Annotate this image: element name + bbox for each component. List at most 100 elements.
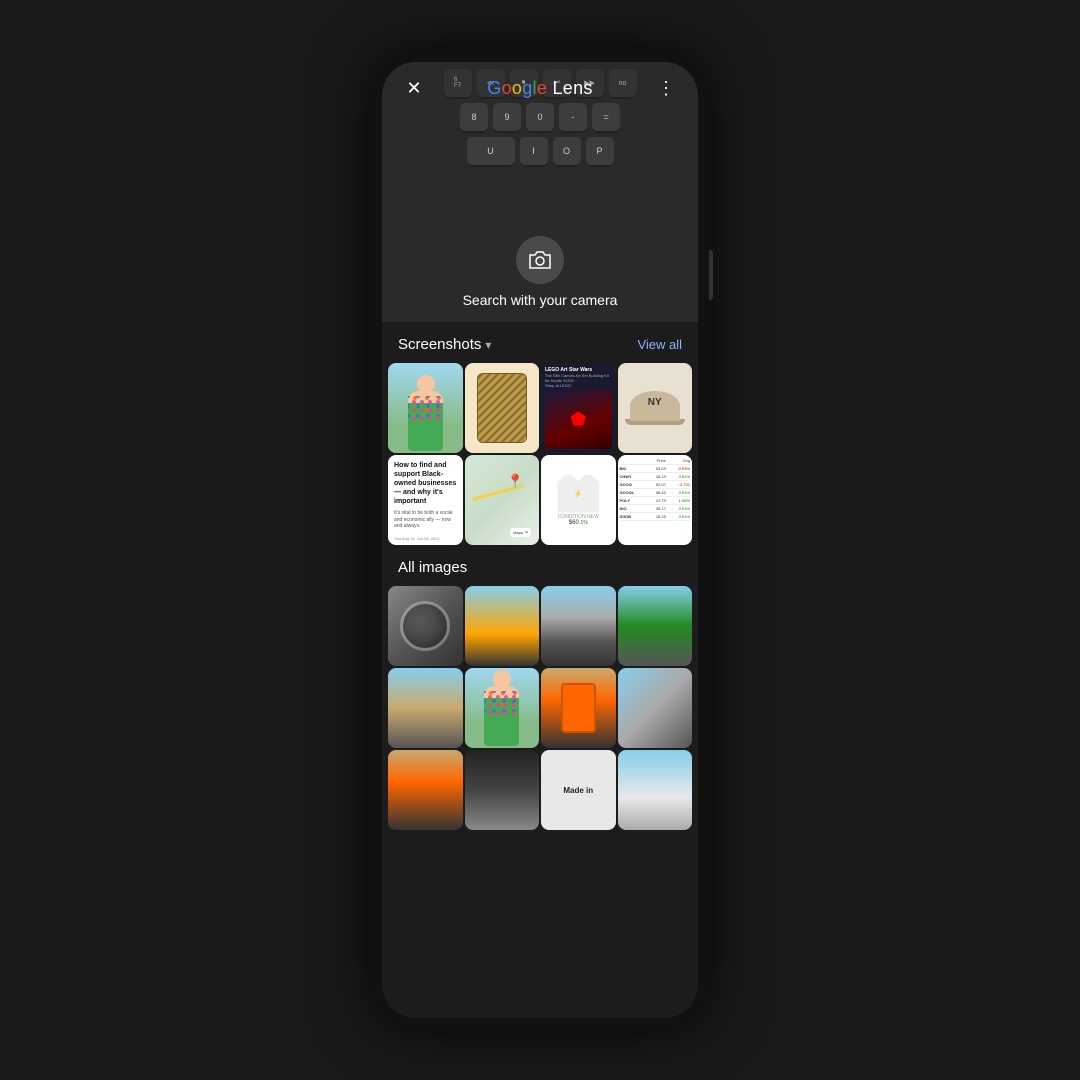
image-man2[interactable] (465, 668, 540, 748)
flower-patch-2 (484, 691, 519, 716)
side-button[interactable] (709, 250, 713, 300)
spiral-visual (400, 601, 450, 651)
google-logo-g2: g (522, 78, 532, 98)
stocks-header-row: Price Chg (620, 457, 691, 465)
image-sunset[interactable] (465, 586, 540, 666)
all-images-grid: Made in (382, 586, 698, 830)
stocks-ticker-bki: BKI (620, 466, 642, 471)
stocks-row-2: CHWY 18.19 0.61% (620, 473, 691, 481)
person-head (417, 375, 435, 393)
camera-icon (528, 250, 552, 270)
stocks-price-poly: 21.79 (644, 498, 666, 503)
key-p: P (586, 137, 614, 165)
screenshots-grid: LEGO Art Star Wars The Sith Canvas Art S… (382, 363, 698, 545)
stocks-col-price: Price (644, 458, 666, 463)
image-spiral[interactable] (388, 586, 463, 666)
tshirt-design: ⚡ (574, 490, 583, 498)
image-mountain[interactable] (541, 586, 616, 666)
stocks-row-6: NIO 39.17 0.01% (620, 505, 691, 513)
person-head-2 (493, 670, 511, 688)
lego-subtext: The Sith Canvas Art Set Building Kit for… (545, 373, 612, 383)
person-body-2 (484, 686, 519, 746)
view-all-link[interactable]: View all (637, 337, 682, 352)
stocks-change-bki: -0.93% (668, 466, 690, 471)
all-images-section-header: All images (382, 545, 698, 586)
stocks-row-1: BKI 63.09 -0.93% (620, 465, 691, 473)
image-tram[interactable] (541, 668, 616, 748)
map-label: Maps ™ (510, 528, 531, 537)
screenshots-title[interactable]: Screenshots ▾ (398, 336, 491, 353)
stocks-ticker-googl: GOOGL (620, 490, 642, 495)
google-logo-o1: o (502, 78, 512, 98)
image-made[interactable]: Made in (541, 750, 616, 830)
phone-frame: 6F7 ≪ ⏹ ⏭ ▶▶ no 8 9 0 - = U I O (370, 50, 710, 1030)
stocks-price-googl: 56.43 (644, 490, 666, 495)
map-background: 📍 Maps ™ (465, 455, 540, 545)
stocks-row-4: GOOGL 56.43 0.51% (620, 489, 691, 497)
stocks-row-3: GOOG 52.07 -2.701 (620, 481, 691, 489)
hat-shape (630, 391, 680, 421)
main-content[interactable]: Screenshots ▾ View all (382, 322, 698, 1018)
chevron-down-icon: ▾ (485, 338, 491, 352)
image-arch[interactable] (388, 668, 463, 748)
screenshots-label: Screenshots (398, 336, 481, 353)
stocks-ticker-poly: POLY (620, 498, 642, 503)
google-logo-g: G (487, 78, 501, 98)
stocks-price-sgdb: 16.25 (644, 514, 666, 519)
stocks-price-bki: 63.09 (644, 466, 666, 471)
stocks-change-googl: 0.51% (668, 490, 690, 495)
stocks-price-goog: 52.07 (644, 482, 666, 487)
lens-word: Lens (547, 78, 593, 98)
tram-shape (561, 683, 596, 733)
stocks-col-ticker (620, 458, 642, 463)
screenshot-tshirt[interactable]: ⚡ CONDITION NEW $60 1% (541, 455, 616, 545)
close-button[interactable]: ✕ (398, 72, 430, 104)
screenshot-article[interactable]: How to find and support Black-owned busi… (388, 455, 463, 545)
stocks-change-poly: 1.05% (668, 498, 690, 503)
lens-header: ✕ Google Lens ⋮ (382, 62, 698, 114)
all-images-label: All images (398, 559, 467, 576)
screenshot-man[interactable] (388, 363, 463, 453)
stocks-ticker-sgdb: SGDB (620, 514, 642, 519)
image-city[interactable] (465, 750, 540, 830)
google-logo-o2: o (512, 78, 522, 98)
image-rocks[interactable] (618, 668, 693, 748)
image-tram2[interactable] (388, 750, 463, 830)
flower-patch (408, 396, 443, 421)
image-forest[interactable] (618, 586, 693, 666)
key-u: U (467, 137, 515, 165)
stocks-row-5: POLY 21.79 1.05% (620, 497, 691, 505)
article-date: Thu Aug 13, Jun 06, 2021 (394, 536, 440, 541)
article-title: How to find and support Black-owned busi… (394, 461, 457, 506)
stocks-ticker-nio: NIO (620, 506, 642, 511)
screenshot-stocks[interactable]: Price Chg BKI 63.09 -0.93% CHWY 18.19 0.… (618, 455, 693, 545)
jacket-plaid (477, 373, 527, 443)
tshirt-shape: ⚡ (557, 475, 599, 513)
keyboard-camera-area: 6F7 ≪ ⏹ ⏭ ▶▶ no 8 9 0 - = U I O (382, 62, 698, 322)
key-i: I (520, 137, 548, 165)
image-store[interactable] (618, 750, 693, 830)
stocks-change-chwy: 0.61% (668, 474, 690, 479)
google-logo-e: e (537, 78, 547, 98)
stocks-price-chwy: 18.19 (644, 474, 666, 479)
stocks-change-sgdb: 0.51% (668, 514, 690, 519)
screenshots-section-header: Screenshots ▾ View all (382, 322, 698, 363)
screenshot-hat[interactable] (618, 363, 693, 453)
more-button[interactable]: ⋮ (650, 72, 682, 104)
stocks-ticker-chwy: CHWY (620, 474, 642, 479)
darth-vader-icon: ⬟ (570, 409, 586, 430)
stocks-col-change: Chg (668, 458, 690, 463)
lego-image: ⬟ (545, 390, 612, 449)
all-images-title: All images (398, 559, 467, 576)
screenshot-map[interactable]: 📍 Maps ™ (465, 455, 540, 545)
made-in-text: Made in (563, 786, 593, 795)
stocks-price-nio: 39.17 (644, 506, 666, 511)
search-with-camera-text: Search with your camera (463, 292, 618, 308)
screenshot-lego[interactable]: LEGO Art Star Wars The Sith Canvas Art S… (541, 363, 616, 453)
tshirt-price: $60 1% (569, 520, 588, 526)
stocks-ticker-goog: GOOG (620, 482, 642, 487)
screenshot-jacket[interactable] (465, 363, 540, 453)
person-body (408, 391, 443, 451)
stocks-change-nio: 0.01% (668, 506, 690, 511)
camera-button[interactable] (516, 236, 564, 284)
